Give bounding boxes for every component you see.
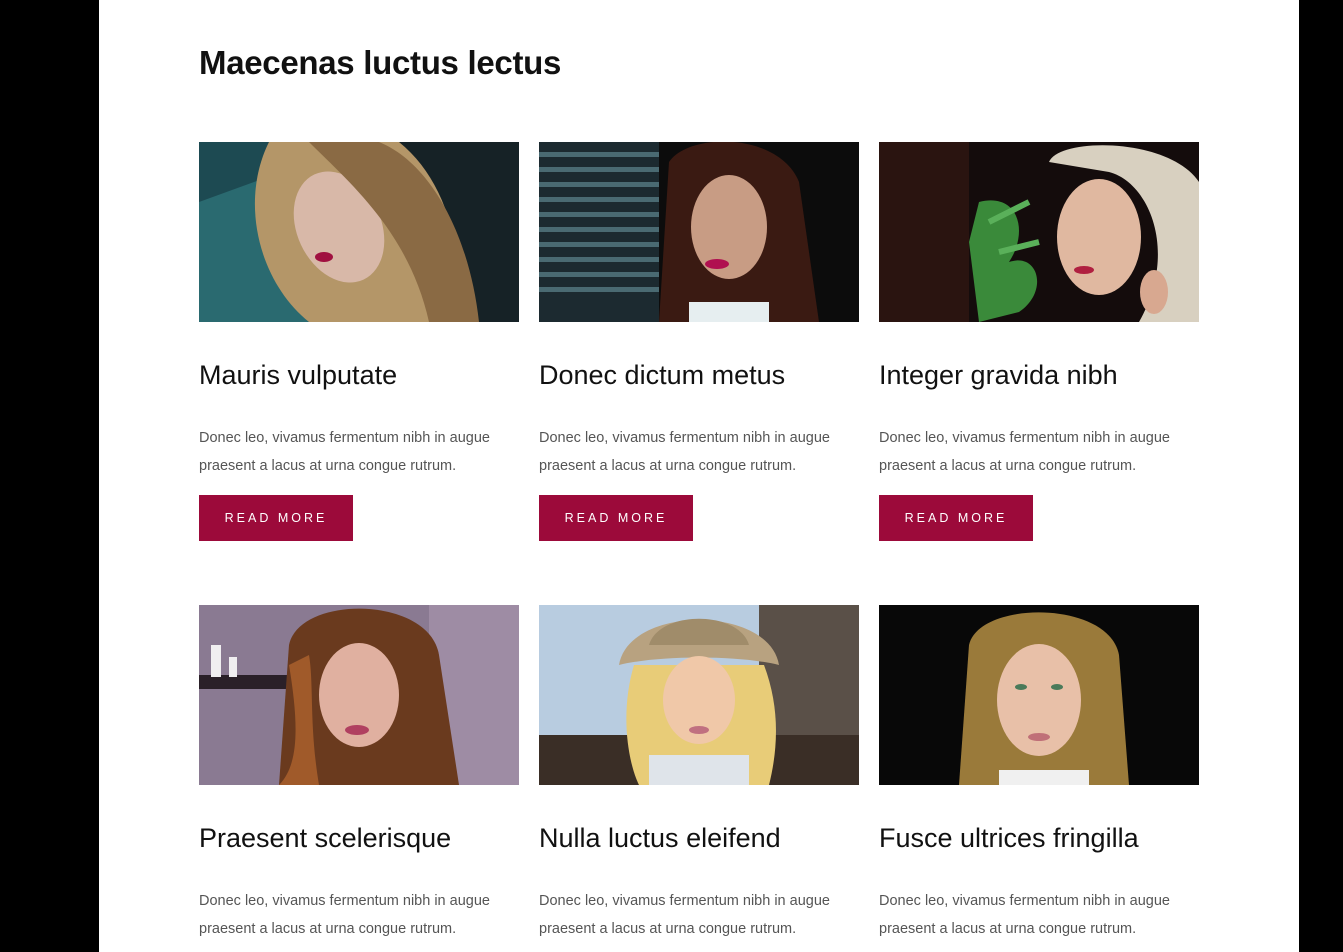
read-more-button[interactable]: Read more: [539, 495, 693, 541]
read-more-button[interactable]: Read more: [879, 495, 1033, 541]
card-text: Donec leo, vivamus fermentum nibh in aug…: [879, 430, 1170, 474]
portrait-image: [199, 605, 519, 785]
card-image[interactable]: [199, 605, 519, 785]
portrait-image: [879, 142, 1199, 322]
card-title: Nulla luctus eleifend: [539, 823, 781, 853]
section-title: Maecenas luctus lectus: [199, 44, 562, 81]
portrait-image: [539, 605, 859, 785]
portrait-image: [199, 142, 519, 322]
card-text: Donec leo, vivamus fermentum nibh in aug…: [879, 893, 1170, 937]
card-image[interactable]: [539, 605, 859, 785]
portrait-image: [879, 605, 1199, 785]
card-title: Donec dictum metus: [539, 360, 786, 390]
card-text: Donec leo, vivamus fermentum nibh in aug…: [539, 430, 830, 474]
card-title: Integer gravida nibh: [879, 360, 1118, 390]
card-text: Donec leo, vivamus fermentum nibh in aug…: [199, 893, 490, 937]
card-text: Donec leo, vivamus fermentum nibh in aug…: [539, 893, 830, 937]
card-image[interactable]: [199, 142, 519, 322]
card-image[interactable]: [879, 142, 1199, 322]
read-more-button[interactable]: Read more: [199, 495, 353, 541]
card-title: Praesent scelerisque: [199, 823, 452, 853]
page-content: Maecenas luctus lectus Mauris vulputate …: [99, 0, 1299, 952]
card-title: Fusce ultrices fringilla: [879, 823, 1139, 853]
card-title: Mauris vulputate: [199, 360, 398, 390]
portrait-image: [539, 142, 859, 322]
card-image[interactable]: [879, 605, 1199, 785]
card-text: Donec leo, vivamus fermentum nibh in aug…: [199, 430, 490, 474]
card-image[interactable]: [539, 142, 859, 322]
